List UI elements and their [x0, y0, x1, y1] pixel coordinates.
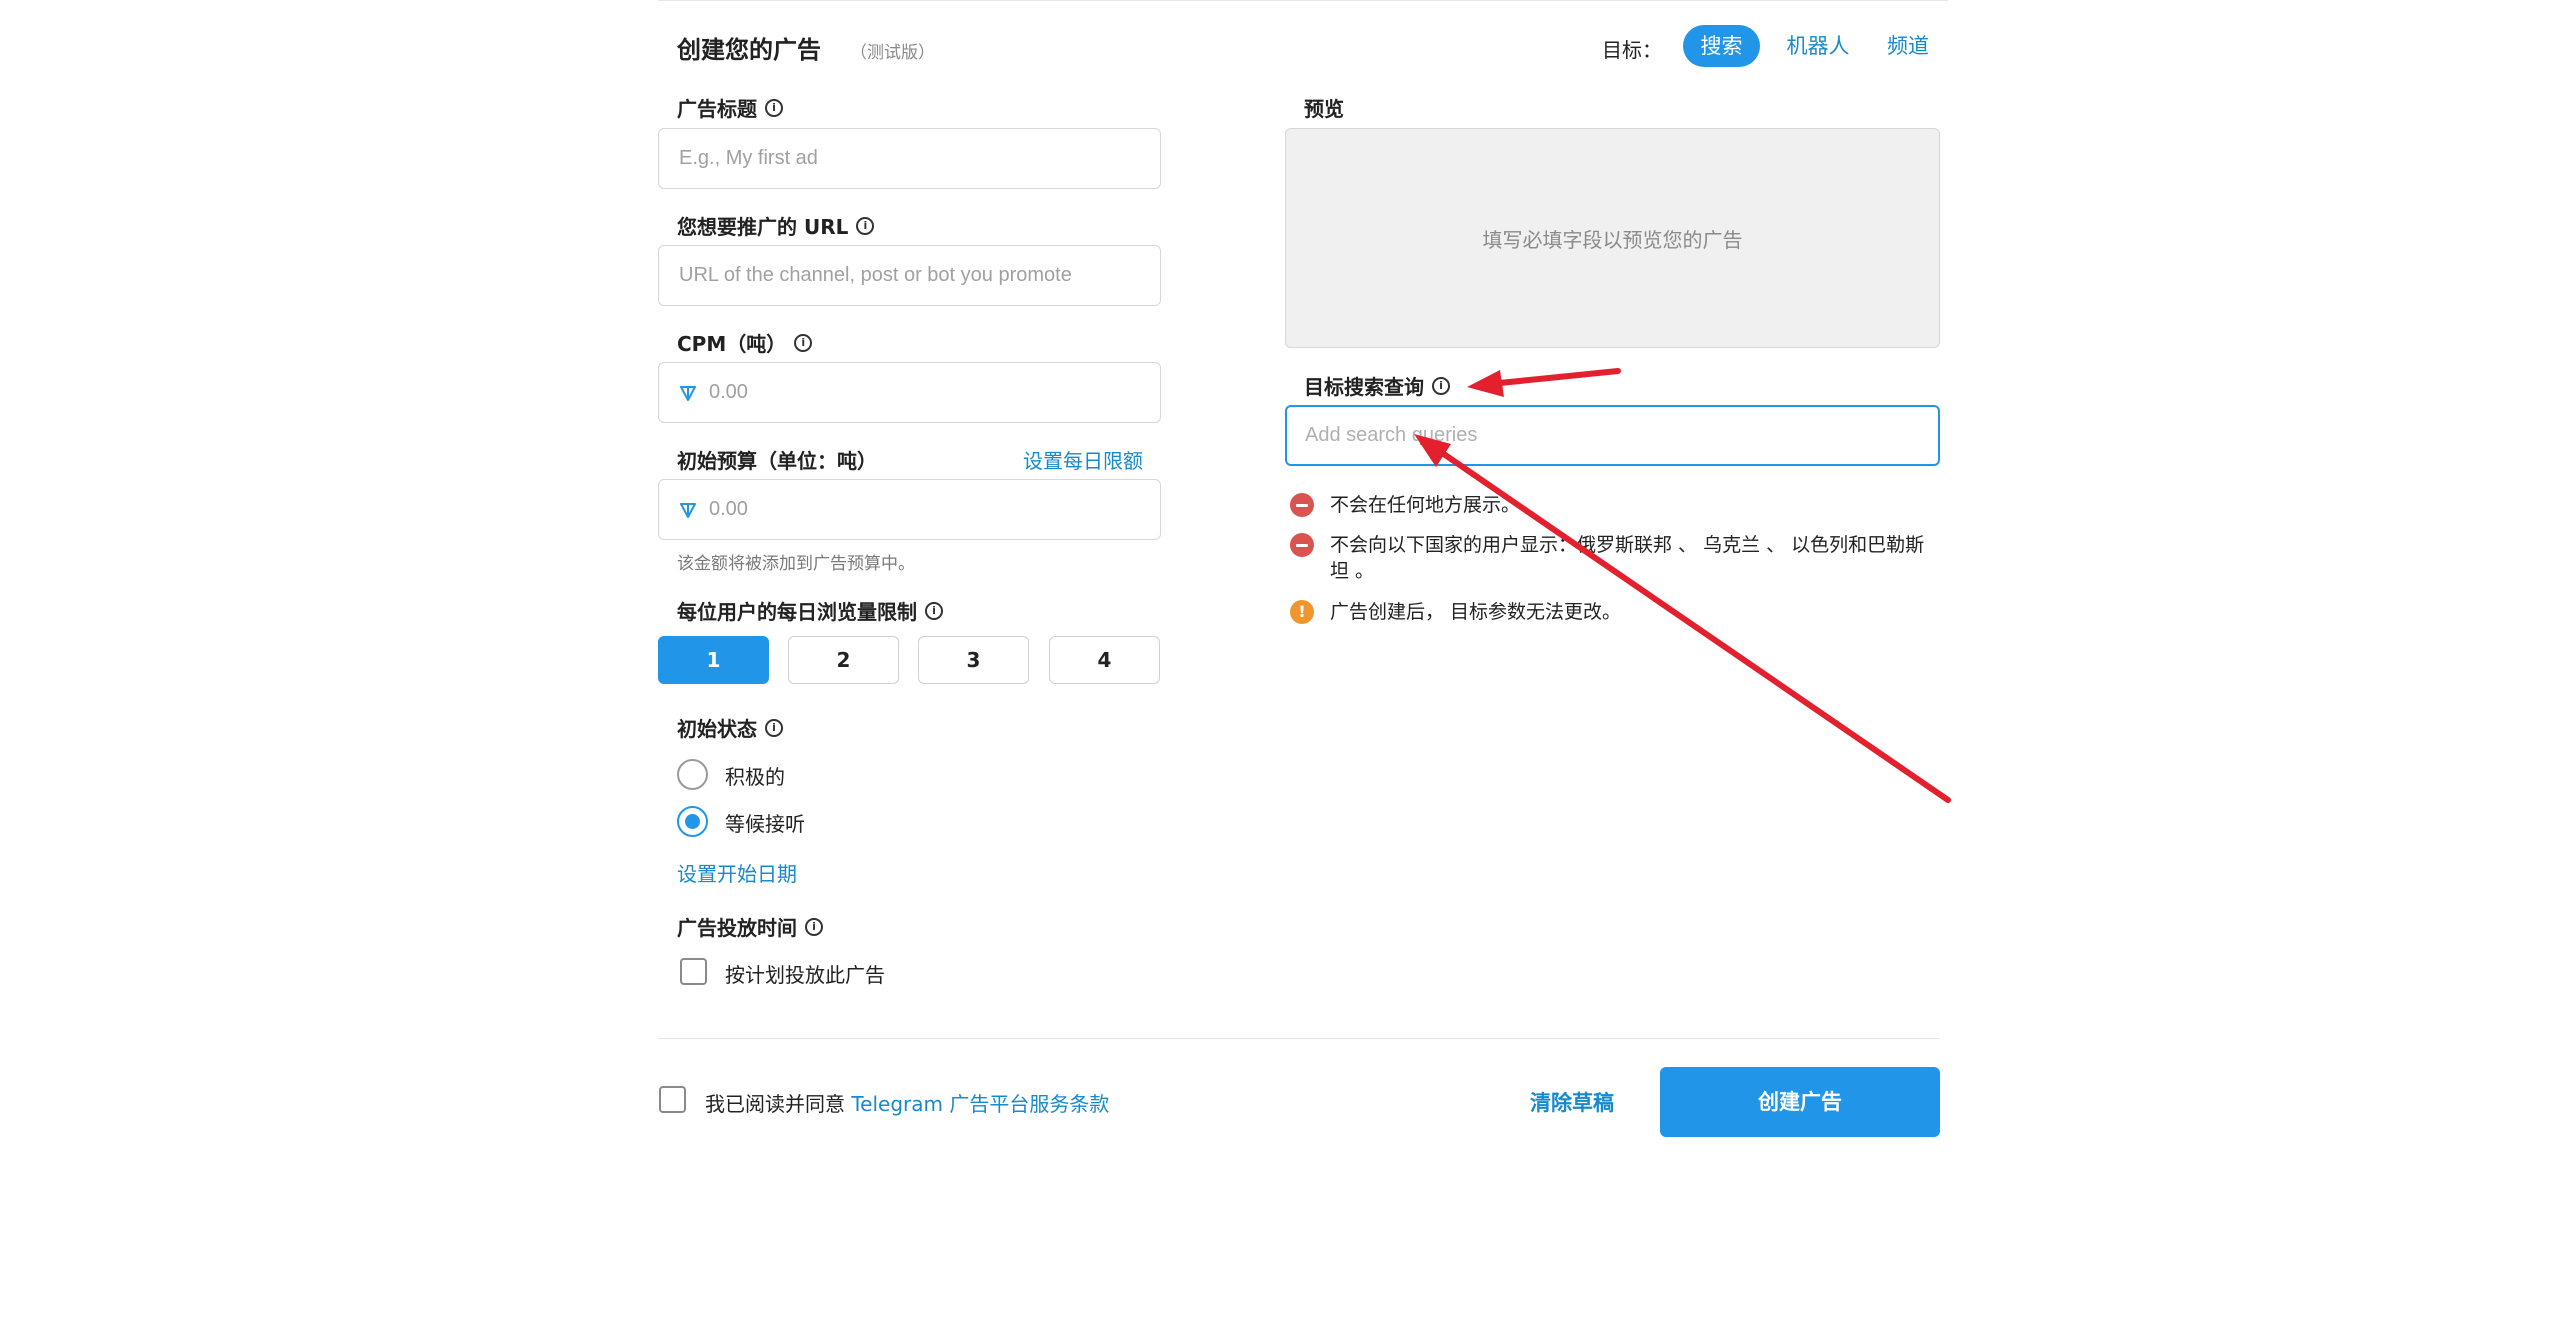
terms-agreement: 我已阅读并同意 Telegram 广告平台服务条款 [705, 1092, 1110, 1116]
error-icon [1290, 533, 1314, 557]
status-active-label[interactable]: 积极的 [725, 761, 785, 790]
ad-title-input[interactable] [679, 147, 1140, 170]
target-label: 目标： [1602, 38, 1662, 62]
note-targeting-locked: ! 广告创建后， 目标参数无法更改。 [1290, 599, 1930, 625]
views-limit-label: 每位用户的每日浏览量限制 i [677, 596, 943, 625]
status-on-hold-radio[interactable] [677, 806, 708, 837]
warning-icon: ! [1290, 600, 1314, 624]
info-icon[interactable]: i [765, 98, 783, 117]
top-divider [658, 0, 1948, 1]
url-input[interactable] [679, 264, 1140, 287]
budget-input[interactable] [709, 498, 1140, 521]
tab-bots[interactable]: 机器人 [1780, 25, 1856, 67]
cpm-field[interactable] [658, 362, 1161, 423]
set-start-date-link[interactable]: 设置开始日期 [677, 858, 797, 887]
terms-checkbox[interactable] [659, 1086, 686, 1113]
search-queries-label: 目标搜索查询 i [1304, 371, 1450, 400]
info-icon[interactable]: i [765, 718, 783, 737]
ad-title-label: 广告标题 i [677, 93, 783, 122]
note-not-shown: 不会在任何地方展示。 [1290, 492, 1930, 518]
error-icon [1290, 493, 1314, 517]
views-limit-option-3[interactable]: 3 [918, 636, 1029, 684]
note-country-restriction: 不会向以下国家的用户显示：俄罗斯联邦 、 乌克兰 、 以色列和巴勒斯坦 。 [1290, 532, 1930, 584]
info-icon[interactable]: i [805, 917, 823, 936]
cpm-label: CPM（吨） i [677, 328, 813, 357]
schedule-checkbox[interactable] [680, 958, 707, 985]
cpm-input[interactable] [709, 381, 1140, 404]
views-limit-option-4[interactable]: 4 [1049, 636, 1160, 684]
ton-icon [680, 502, 696, 518]
tab-search[interactable]: 搜索 [1683, 25, 1760, 67]
clear-draft-button[interactable]: 清除草稿 [1530, 1087, 1614, 1117]
info-icon[interactable]: i [856, 216, 875, 235]
info-icon[interactable]: i [925, 601, 943, 620]
schedule-label: 广告投放时间 i [677, 912, 823, 941]
url-label: 您想要推广的 URL i [677, 211, 875, 240]
search-queries-input[interactable] [1305, 424, 1920, 447]
budget-field[interactable] [658, 479, 1161, 540]
create-ad-button[interactable]: 创建广告 [1660, 1067, 1940, 1137]
budget-label: 初始预算（单位：吨） [677, 449, 877, 473]
set-daily-limit-link[interactable]: 设置每日限额 [1023, 445, 1143, 474]
search-queries-field[interactable] [1285, 405, 1940, 466]
ton-icon [680, 385, 696, 401]
annotation-arrows [1414, 368, 1951, 803]
views-limit-option-1[interactable]: 1 [658, 636, 769, 684]
terms-link[interactable]: Telegram 广告平台服务条款 [851, 1092, 1109, 1116]
beta-badge: （测试版） [850, 43, 935, 63]
views-limit-option-2[interactable]: 2 [788, 636, 899, 684]
preview-placeholder: 填写必填字段以预览您的广告 [1482, 227, 1743, 252]
preview-label: 预览 [1304, 97, 1344, 121]
tab-channels[interactable]: 频道 [1876, 25, 1940, 67]
annotation-arrow [1467, 368, 1621, 397]
schedule-checkbox-label[interactable]: 按计划投放此广告 [725, 959, 885, 988]
status-on-hold-label[interactable]: 等候接听 [725, 808, 805, 837]
info-icon[interactable]: i [1432, 376, 1450, 395]
initial-status-label: 初始状态 i [677, 713, 783, 742]
status-active-radio[interactable] [677, 759, 708, 790]
page-title: 创建您的广告 [677, 36, 821, 64]
ad-title-field[interactable] [658, 128, 1161, 189]
info-icon[interactable]: i [794, 333, 813, 352]
footer-divider [658, 1038, 1940, 1039]
ad-preview: 填写必填字段以预览您的广告 [1285, 128, 1940, 348]
budget-hint: 该金额将被添加到广告预算中。 [677, 554, 915, 574]
url-field[interactable] [658, 245, 1161, 306]
